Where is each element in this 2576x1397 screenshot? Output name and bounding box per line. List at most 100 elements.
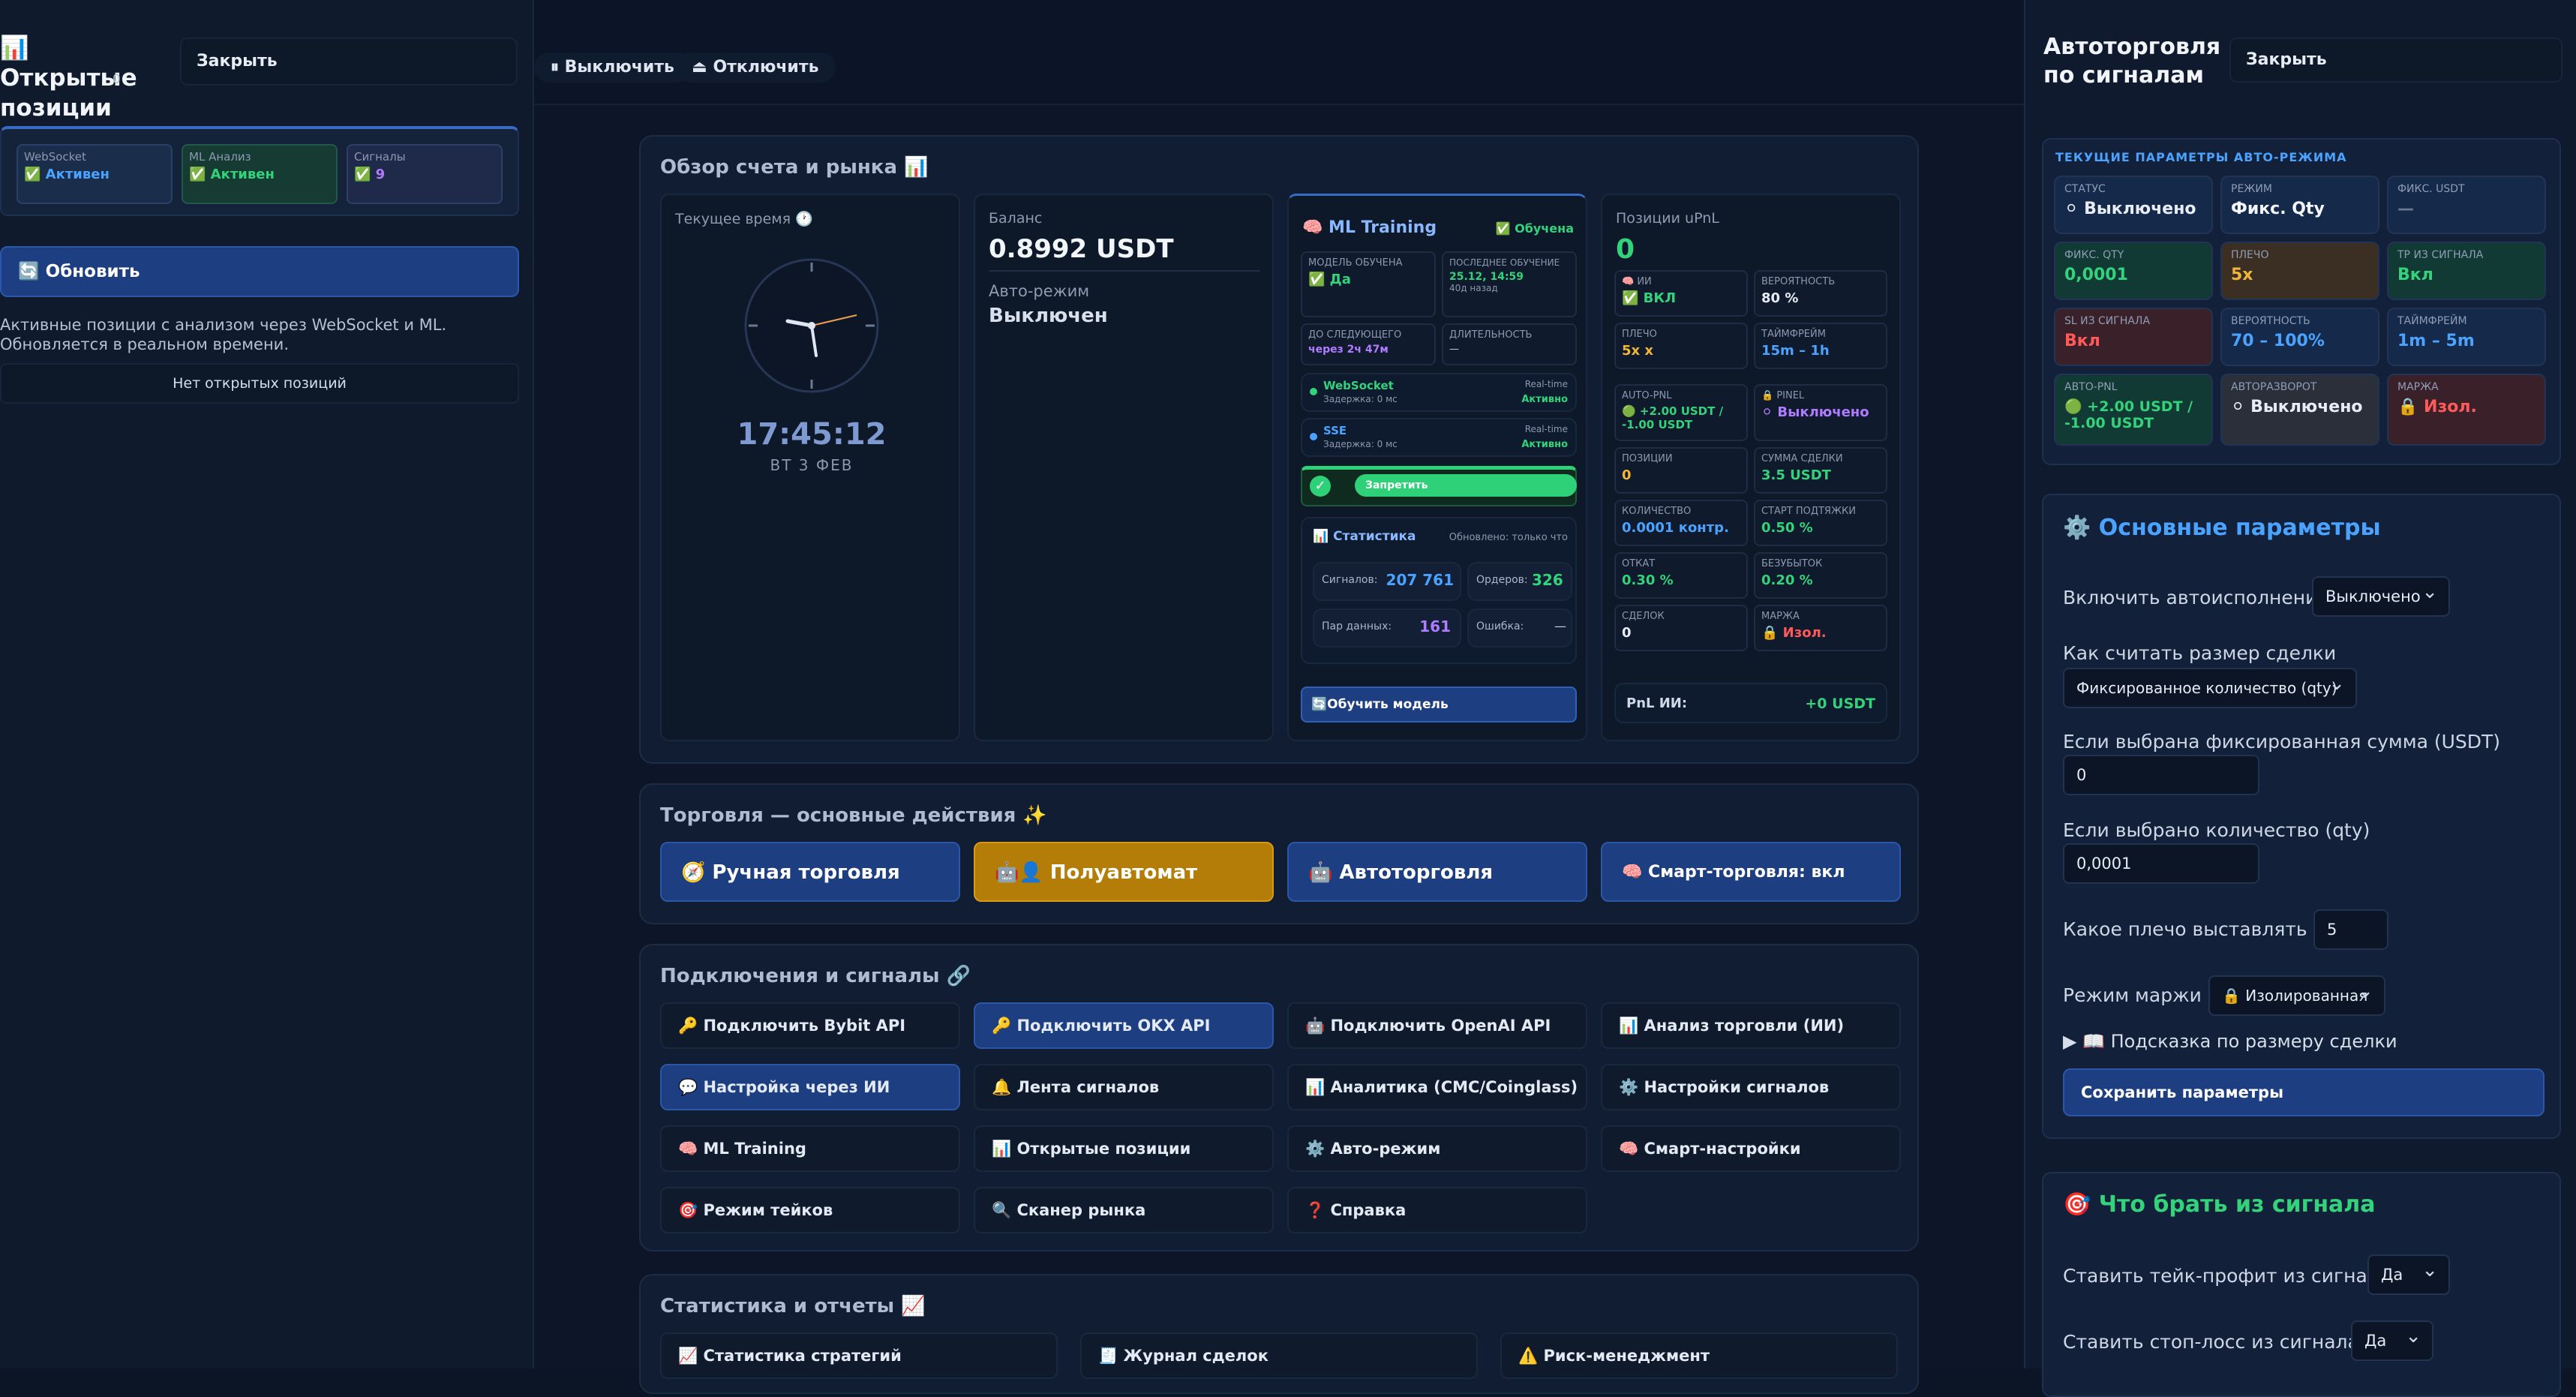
auto-param-cell: ФИКС. QTY 0,0001 bbox=[2054, 242, 2213, 300]
auto-param-cell: ПЛЕЧО 5x bbox=[2220, 242, 2379, 300]
disconnect-button[interactable]: ⏏ Отключить bbox=[675, 53, 836, 83]
size-mode-select[interactable]: Фиксированное количество (qty) bbox=[2063, 665, 2357, 708]
size-hint-toggle[interactable]: ▶ 📖 Подсказка по размеру сделки bbox=[2063, 1031, 2397, 1052]
position-stat-label: ВЕРОЯТНОСТЬ bbox=[1761, 276, 1836, 287]
close-right-button[interactable]: Закрыть bbox=[2229, 38, 2562, 83]
fixed-usdt-input[interactable]: 0 bbox=[2063, 755, 2259, 795]
current-params-box: ТЕКУЩИЕ ПАРАМЕТРЫ АВТО-РЕЖИМА СТАТУС ⚪ Вы… bbox=[2042, 138, 2561, 465]
position-stat-label: 🧠 ИИ bbox=[1622, 276, 1652, 287]
connection-button[interactable]: ❓ Справка bbox=[1287, 1187, 1587, 1233]
connection-button[interactable]: ⚙️ Настройки сигналов bbox=[1601, 1064, 1901, 1110]
signals-value: 207 761 bbox=[1386, 571, 1454, 589]
sse-state: Активно bbox=[1521, 439, 1568, 450]
leverage-input[interactable]: 5 bbox=[2313, 909, 2388, 950]
clock-panel: Текущее время 🕐 17:45:12 ВТ 3 ФЕВ bbox=[660, 194, 960, 741]
trade-journal-button[interactable]: 🧾 Журнал сделок bbox=[1080, 1332, 1478, 1379]
stop-loss-select[interactable]: Да bbox=[2351, 1317, 2433, 1361]
check-icon: ✓ bbox=[1310, 476, 1331, 497]
auto-param-cell: МАРЖА 🔒 Изол. bbox=[2387, 374, 2546, 446]
save-params-button[interactable]: Сохранить параметры bbox=[2063, 1068, 2544, 1116]
connection-button[interactable]: 💬 Настройка через ИИ bbox=[660, 1064, 960, 1110]
ml-training-panel: 🧠 ML Training ✅ Обучена МОДЕЛЬ ОБУЧЕНА ✅ … bbox=[1287, 194, 1587, 741]
ml-sse-row: SSE Задержка: 0 мс Real-time Активно bbox=[1301, 418, 1577, 457]
train-model-button[interactable]: 🔄Обучить модель bbox=[1301, 686, 1577, 723]
ml-forbid-toggle[interactable]: ✓ Запретить bbox=[1301, 466, 1577, 506]
smart-trading-button[interactable]: 🧠 Смарт-торговля: вкл bbox=[1601, 842, 1901, 902]
ml-duration-value: — bbox=[1449, 344, 1459, 355]
stats-title: Статистика и отчеты 📈 bbox=[660, 1295, 926, 1317]
position-stat-value: 15m – 1h bbox=[1761, 343, 1830, 359]
position-stat-value: ⚪ Выключено bbox=[1761, 404, 1869, 420]
stat-orders: Ордеров: 326 bbox=[1467, 562, 1572, 601]
signals-label: Сигналов: bbox=[1322, 574, 1378, 586]
overview-title: Обзор счета и рынка 📊 bbox=[660, 156, 929, 179]
auto-param-label: АВТОРАЗВОРОТ bbox=[2231, 381, 2317, 393]
auto-trading-panel: Автоторговля по сигналам Закрыть ТЕКУЩИЕ… bbox=[2024, 0, 2576, 1397]
refresh-button[interactable]: 🔄 Обновить bbox=[0, 246, 519, 297]
connection-button[interactable]: 📊 Аналитика (CMC/Coinglass) bbox=[1287, 1064, 1587, 1110]
position-stat-cell: 🔒 PINEL ⚪ Выключено bbox=[1754, 384, 1887, 441]
position-stat-label: ПЛЕЧО bbox=[1622, 329, 1657, 340]
manual-trading-button[interactable]: 🧭 Ручная торговля bbox=[660, 842, 960, 902]
auto-param-value: 70 – 100% bbox=[2231, 332, 2325, 350]
connection-button[interactable]: 🔑 Подключить Bybit API ключи bbox=[660, 1002, 960, 1078]
risk-management-button[interactable]: ⚠️ Риск-менеджмент bbox=[1500, 1332, 1898, 1379]
ml-status-cell: ML Анализ ✅ Активен bbox=[182, 144, 338, 204]
close-left-button[interactable]: Закрыть bbox=[180, 38, 518, 86]
auto-param-cell: АВТОРАЗВОРОТ ⚪ Выключено bbox=[2220, 374, 2379, 446]
pnl-ai-label: PnL ИИ: bbox=[1626, 695, 1688, 711]
auto-mode-label: Авто-режим bbox=[989, 282, 1090, 300]
top-toolbar: ⏸ Выключить ⏏ Отключить bbox=[534, 0, 2024, 105]
connection-button[interactable]: ⚙️ Авто-режим bbox=[1287, 1125, 1587, 1172]
position-stat-value: 0 bbox=[1622, 625, 1632, 641]
qty-input[interactable]: 0,0001 bbox=[2063, 843, 2259, 884]
sse-name: SSE bbox=[1323, 424, 1347, 437]
take-profit-label: Ставить тейк-профит из сигнала bbox=[2063, 1265, 2391, 1287]
ml-trained-cell: МОДЕЛЬ ОБУЧЕНА ✅ Да bbox=[1301, 251, 1436, 317]
digital-time: 17:45:12 bbox=[737, 417, 887, 452]
auto-param-value: ⚪ Выключено bbox=[2064, 200, 2196, 218]
ws-status-label: WebSocket bbox=[24, 150, 86, 164]
orders-value: 326 bbox=[1532, 571, 1563, 589]
connection-button[interactable]: 🔑 Подключить OKX API ключи bbox=[974, 1002, 1274, 1078]
take-profit-value: Да bbox=[2381, 1266, 2403, 1284]
auto-param-value: Вкл bbox=[2064, 332, 2100, 350]
auto-param-cell: TP ИЗ СИГНАЛА Вкл bbox=[2387, 242, 2546, 300]
errors-value: — bbox=[1554, 619, 1566, 633]
position-stat-label: СУММА СДЕЛКИ bbox=[1761, 453, 1843, 464]
stat-errors: Ошибка: — bbox=[1467, 608, 1572, 647]
auto-param-value: 5x bbox=[2231, 266, 2253, 284]
ml-title: 🧠 ML Training bbox=[1302, 218, 1437, 237]
positions-description: Активные позиции с анализом через WebSoc… bbox=[0, 316, 447, 353]
position-stat-cell: СТАРТ ПОДТЯЖКИ 0.50 % bbox=[1754, 500, 1887, 546]
strategy-stats-button[interactable]: 📈 Статистика стратегий bbox=[660, 1332, 1058, 1379]
ml-status-label: ML Анализ bbox=[189, 150, 251, 164]
auto-param-cell: ТАЙМФРЕЙМ 1m – 5m bbox=[2387, 308, 2546, 366]
stat-signals: Сигналов: 207 761 bbox=[1313, 562, 1461, 601]
ml-last-cell: ПОСЛЕДНЕЕ ОБУЧЕНИЕ 25.12, 14:59 40д назад bbox=[1442, 251, 1577, 317]
connection-button[interactable]: 🔍 Сканер рынка bbox=[974, 1187, 1274, 1233]
take-profit-select[interactable]: Да bbox=[2367, 1251, 2450, 1295]
disable-button[interactable]: ⏸ Выключить bbox=[534, 53, 691, 83]
errors-label: Ошибка: bbox=[1476, 620, 1524, 632]
autoexec-select[interactable]: Выключено bbox=[2312, 573, 2450, 617]
margin-mode-select[interactable]: 🔒 Изолированная bbox=[2208, 972, 2385, 1016]
connection-button[interactable]: 🎯 Режим тейков bbox=[660, 1187, 960, 1233]
connection-button[interactable]: 🔔 Лента сигналов bbox=[974, 1064, 1274, 1110]
forbid-button[interactable]: Запретить bbox=[1355, 474, 1577, 497]
position-stat-cell: ОТКАТ 0.30 % bbox=[1614, 552, 1748, 599]
position-stat-label: МАРЖА bbox=[1761, 611, 1800, 622]
auto-trading-button[interactable]: 🤖 Автоторговля bbox=[1287, 842, 1587, 902]
connection-button[interactable]: 📊 Открытые позиции bbox=[974, 1125, 1274, 1172]
semi-auto-button[interactable]: 🤖👤 Полуавтомат bbox=[974, 842, 1274, 902]
fixed-usdt-label: Если выбрана фиксированная сумма (USDT) bbox=[2063, 731, 2501, 753]
connection-button[interactable]: 🧠 Смарт-настройки bbox=[1601, 1125, 1901, 1172]
connection-button[interactable]: 🧠 ML Training bbox=[660, 1125, 960, 1172]
connection-button[interactable]: 📊 Анализ торговли (ИИ) bbox=[1601, 1002, 1901, 1049]
auto-param-label: ФИКС. QTY bbox=[2064, 249, 2124, 261]
position-stat-cell: БЕЗУБЫТОК 0.20 % bbox=[1754, 552, 1887, 599]
auto-trading-title: Автоторговля по сигналам bbox=[2043, 34, 2221, 89]
empty-positions-message: Нет открытых позиций bbox=[0, 363, 519, 404]
balance-value: 0.8992 USDT bbox=[989, 234, 1174, 264]
connection-button[interactable]: 🤖 Подключить OpenAI API bbox=[1287, 1002, 1587, 1049]
